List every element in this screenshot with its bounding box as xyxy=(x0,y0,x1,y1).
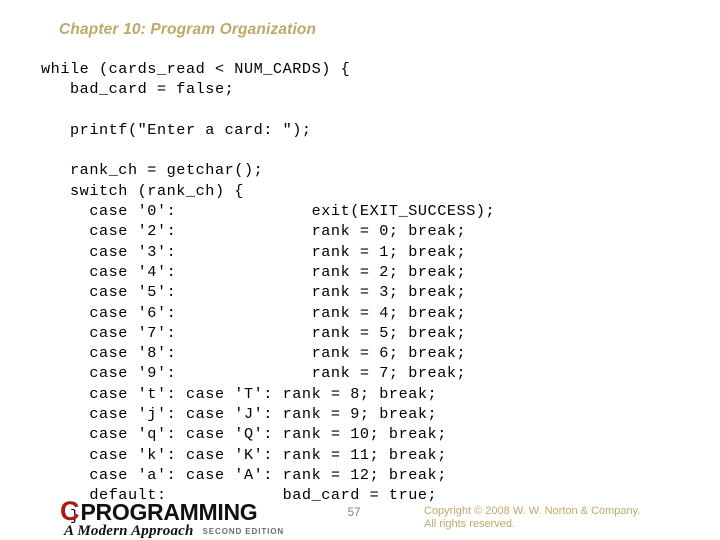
code-line: case '3': rank = 1; break; xyxy=(41,242,467,261)
copyright-notice: Copyright © 2008 W. W. Norton & Company.… xyxy=(424,505,640,531)
logo-subtitle-row: A Modern Approach SECOND EDITION xyxy=(64,523,284,539)
logo-subtitle-text: A Modern Approach xyxy=(64,523,194,539)
code-line: case 'q': case 'Q': rank = 10; break; xyxy=(41,425,447,444)
code-line: case 'a': case 'A': rank = 12; break; xyxy=(41,465,447,484)
page-number: 57 xyxy=(347,507,361,519)
code-line: case '0': exit(EXIT_SUCCESS); xyxy=(41,202,496,221)
logo-edition-text: SECOND EDITION xyxy=(202,527,285,536)
code-line: case 'j': case 'J': rank = 9; break; xyxy=(41,405,438,424)
code-line: rank_ch = getchar(); xyxy=(41,161,264,180)
code-line: case 't': case 'T': rank = 8; break; xyxy=(41,384,438,403)
logo-programming-text: PROGRAMMING xyxy=(80,499,258,525)
code-line: case '4': rank = 2; break; xyxy=(41,262,467,281)
code-line: switch (rank_ch) { xyxy=(41,181,244,200)
code-line: case 'k': case 'K': rank = 11; break; xyxy=(41,445,447,464)
code-line: case '7': rank = 5; break; xyxy=(41,323,467,342)
code-line: case '5': rank = 3; break; xyxy=(41,283,467,302)
code-block: while (cards_read < NUM_CARDS) { bad_car… xyxy=(41,59,641,526)
code-line: bad_card = false; xyxy=(41,80,235,99)
code-line: case '2': rank = 0; break; xyxy=(41,222,467,241)
logo-wordmark-row: CPROGRAMMING xyxy=(60,496,258,526)
code-line: case '8': rank = 6; break; xyxy=(41,344,467,363)
code-line: while (cards_read < NUM_CARDS) { xyxy=(41,60,351,78)
logo-c-letter-icon: C xyxy=(60,496,79,526)
copyright-line-1: Copyright © 2008 W. W. Norton & Company. xyxy=(424,505,641,517)
page-title: Chapter 10: Program Organization xyxy=(59,21,317,38)
code-line: printf("Enter a card: "); xyxy=(41,120,312,139)
code-line: case '9': rank = 7; break; xyxy=(41,364,467,383)
slide-footer: CPROGRAMMING A Modern Approach SECOND EDI… xyxy=(0,494,720,540)
book-logo: CPROGRAMMING A Modern Approach SECOND EDI… xyxy=(60,496,330,539)
code-line: case '6': rank = 4; break; xyxy=(41,303,467,322)
copyright-line-2: All rights reserved. xyxy=(424,518,516,530)
